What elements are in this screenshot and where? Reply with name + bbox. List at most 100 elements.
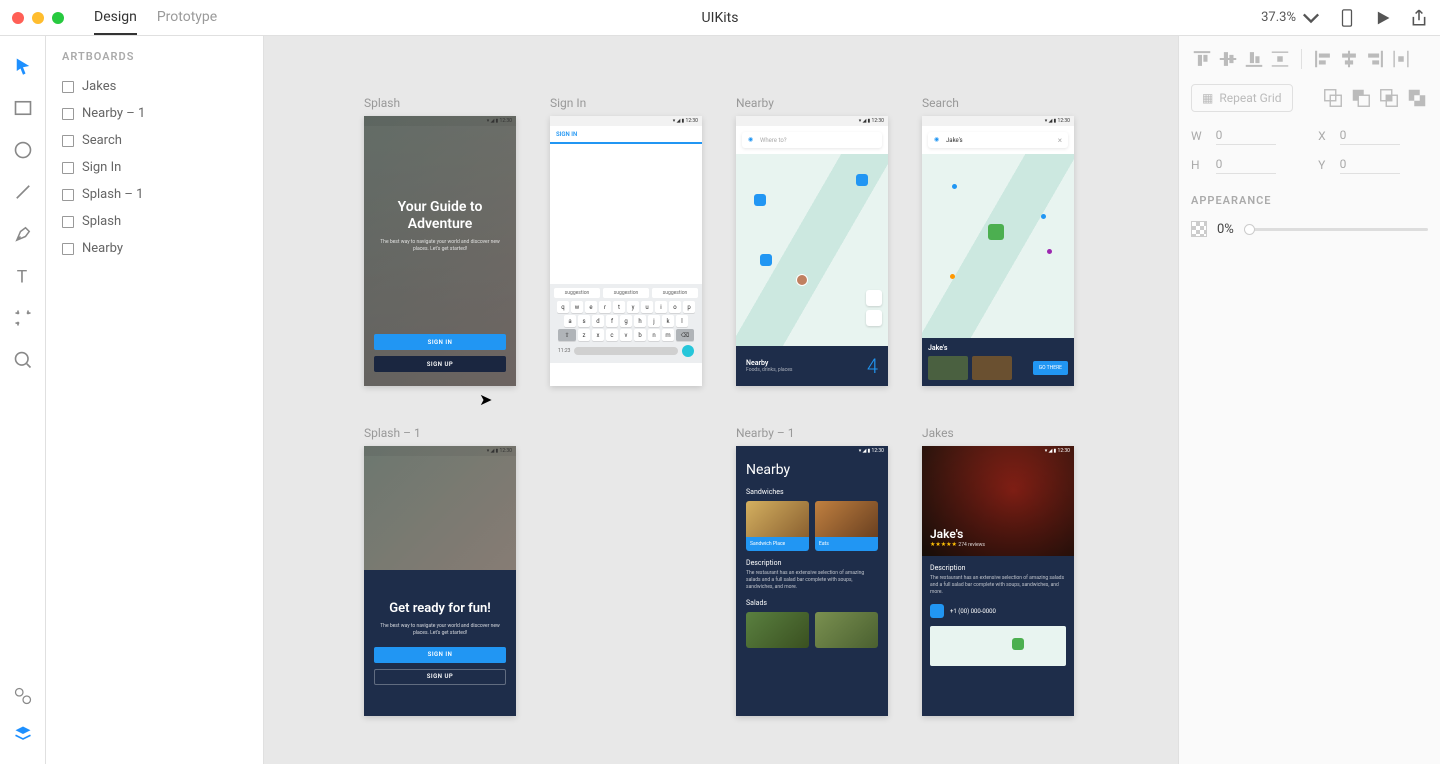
layers-icon[interactable] <box>13 724 33 744</box>
description-heading: Description <box>746 559 878 567</box>
artboard-icon <box>62 135 74 147</box>
select-tool[interactable] <box>13 56 33 76</box>
layer-item[interactable]: Jakes <box>62 73 247 100</box>
clear-icon: × <box>1058 136 1062 145</box>
artboard-splash-1[interactable]: Splash – 1 ▾ ◢ ▮ 12:30 Get ready for fun… <box>364 426 516 716</box>
exclude-icon[interactable] <box>1406 87 1428 109</box>
signin-field-label: SIGN IN <box>556 131 577 138</box>
layer-item[interactable]: Nearby <box>62 235 247 262</box>
x-input[interactable] <box>1340 126 1400 145</box>
maximize-window-button[interactable] <box>52 12 64 24</box>
layer-label: Search <box>82 133 122 148</box>
ellipse-tool[interactable] <box>13 140 33 160</box>
artboard-icon <box>62 81 74 93</box>
layer-label: Nearby – 1 <box>82 106 145 121</box>
union-icon[interactable] <box>1322 87 1344 109</box>
layer-item[interactable]: Nearby – 1 <box>62 100 247 127</box>
align-left-icon[interactable] <box>1312 48 1334 70</box>
width-label: W <box>1191 129 1202 143</box>
distribute-h-icon[interactable] <box>1390 48 1412 70</box>
device-preview-icon[interactable] <box>1338 9 1356 27</box>
artboard-label: Sign In <box>550 96 702 110</box>
map <box>922 154 1074 338</box>
signin-button: SIGN IN <box>374 647 506 663</box>
width-input[interactable] <box>1216 126 1276 145</box>
dimensions: W X H Y <box>1191 126 1428 174</box>
splash-title: Your Guide to Adventure <box>376 199 504 233</box>
nearby-subtitle: Foods, drinks, places <box>746 367 792 373</box>
height-input[interactable] <box>1216 155 1276 174</box>
phone-number: +1 (00) 000-0000 <box>950 608 996 615</box>
artboard-nearby-1[interactable]: Nearby – 1 ▾ ◢ ▮ 12:30 Nearby Sandwiches… <box>736 426 888 716</box>
chevron-down-icon <box>1302 9 1320 27</box>
signup-button: SIGN UP <box>374 356 506 372</box>
tab-prototype[interactable]: Prototype <box>157 1 217 35</box>
svg-text:T: T <box>16 267 27 286</box>
document-title: UIKits <box>702 10 739 26</box>
artboard-label: Nearby – 1 <box>736 426 888 440</box>
layer-item[interactable]: Splash <box>62 208 247 235</box>
layer-item[interactable]: Sign In <box>62 154 247 181</box>
artboard-label: Splash – 1 <box>364 426 516 440</box>
play-icon[interactable] <box>1374 9 1392 27</box>
artboard-splash[interactable]: Splash ▾ ◢ ▮ 12:30 Your Guide to Adventu… <box>364 96 516 386</box>
minimize-window-button[interactable] <box>32 12 44 24</box>
canvas[interactable]: Splash ▾ ◢ ▮ 12:30 Your Guide to Adventu… <box>264 36 1178 764</box>
align-vcenter-icon[interactable] <box>1217 48 1239 70</box>
splash-subtitle: The best way to navigate your world and … <box>374 623 506 637</box>
description-text: The restaurant has an extensive selectio… <box>930 575 1066 596</box>
artboard-icon <box>62 216 74 228</box>
layer-label: Splash – 1 <box>82 187 143 202</box>
intersect-icon[interactable] <box>1378 87 1400 109</box>
review-count: 274 reviews <box>958 542 985 548</box>
tab-design[interactable]: Design <box>94 1 137 35</box>
artboard-signin[interactable]: Sign In ▾ ◢ ▮ 12:30 SIGN IN suggestion s… <box>550 96 702 386</box>
app-topbar: Design Prototype UIKits 37.3% <box>0 0 1440 36</box>
close-window-button[interactable] <box>12 12 24 24</box>
artboard-jakes[interactable]: Jakes ▾ ◢ ▮ 12:30 Jake's ★★★★★ 274 revie… <box>922 426 1074 716</box>
height-label: H <box>1191 158 1202 172</box>
rectangle-tool[interactable] <box>13 98 33 118</box>
place-title: Jake's <box>930 527 1066 541</box>
share-icon[interactable] <box>1410 9 1428 27</box>
text-tool[interactable]: T <box>13 266 33 286</box>
nearby-title: Nearby <box>746 462 878 478</box>
align-top-icon[interactable] <box>1191 48 1213 70</box>
opacity-slider[interactable] <box>1244 228 1428 231</box>
signup-button: SIGN UP <box>374 669 506 685</box>
assets-icon[interactable] <box>13 686 33 706</box>
zoom-tool[interactable] <box>13 350 33 370</box>
align-right-icon[interactable] <box>1364 48 1386 70</box>
pen-tool[interactable] <box>13 224 33 244</box>
y-input[interactable] <box>1340 155 1400 174</box>
result-card: Jake's GO THERE <box>922 338 1074 386</box>
mode-tabs: Design Prototype <box>94 1 217 35</box>
align-bottom-icon[interactable] <box>1243 48 1265 70</box>
mini-map <box>930 626 1066 666</box>
topbar-right: 37.3% <box>1261 9 1428 27</box>
artboard-icon <box>62 243 74 255</box>
artboard-label: Jakes <box>922 426 1074 440</box>
artboard-tool[interactable] <box>13 308 33 328</box>
distribute-v-icon[interactable] <box>1269 48 1291 70</box>
layer-item[interactable]: Splash – 1 <box>62 181 247 208</box>
artboard-search[interactable]: Search ▾ ◢ ▮ 12:30 ◉ Jake's × <box>922 96 1074 386</box>
suggestion: suggestion <box>554 288 600 298</box>
line-tool[interactable] <box>13 182 33 202</box>
nearby-bottom-bar: Nearby Foods, drinks, places 4 <box>736 346 888 386</box>
suggestion: suggestion <box>603 288 649 298</box>
subtract-icon[interactable] <box>1350 87 1372 109</box>
align-hcenter-icon[interactable] <box>1338 48 1360 70</box>
repeat-grid-button[interactable]: ▦ Repeat Grid <box>1191 84 1293 112</box>
artboard-nearby[interactable]: Nearby ▾ ◢ ▮ 12:30 ◉ Where to? <box>736 96 888 386</box>
artboard-icon <box>62 108 74 120</box>
opacity-value: 0% <box>1217 222 1234 237</box>
artboard-icon <box>62 162 74 174</box>
artboard-label: Nearby <box>736 96 888 110</box>
nearby-title: Nearby <box>746 359 792 367</box>
zoom-control[interactable]: 37.3% <box>1261 9 1320 27</box>
layer-item[interactable]: Search <box>62 127 247 154</box>
pin-icon: ◉ <box>934 136 942 144</box>
result-thumbnail <box>928 356 968 380</box>
opacity-control: 0% <box>1191 221 1428 237</box>
